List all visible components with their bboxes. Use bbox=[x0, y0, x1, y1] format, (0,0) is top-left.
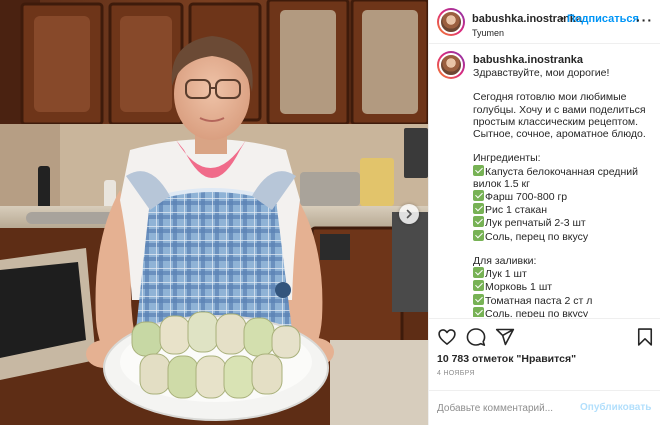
caption-line: Соль, перец по вкусу bbox=[473, 229, 659, 243]
post-caption: babushka.inostranka Здравствуйте, мои до… bbox=[429, 45, 660, 317]
caption-line-text: Капуста белокочанная средний bbox=[485, 165, 638, 178]
post-actions bbox=[429, 318, 660, 354]
caption-line: Ингредиенты: bbox=[473, 152, 659, 164]
more-options-button[interactable]: ··· bbox=[636, 12, 653, 28]
chevron-right-icon bbox=[406, 209, 412, 219]
caption-line: Соль, перец по вкусу bbox=[473, 306, 659, 317]
post-side-panel: babushka.inostranka • Подписаться Tyumen… bbox=[428, 0, 660, 425]
caption-line-text: Сегодня готовлю мои любимые bbox=[473, 91, 627, 104]
avatar[interactable] bbox=[437, 8, 465, 36]
caption-line: Лук репчатый 2-3 шт bbox=[473, 216, 659, 229]
caption-line-text: Лук 1 шт bbox=[485, 268, 527, 281]
caption-line: Томатная паста 2 ст л bbox=[473, 293, 659, 307]
caption-line-text: Лук репчатый 2-3 шт bbox=[485, 217, 586, 230]
post-header: babushka.inostranka • Подписаться Tyumen… bbox=[429, 0, 660, 44]
next-photo-button[interactable] bbox=[399, 204, 419, 224]
caption-line-text: Соль, перец по вкусу bbox=[485, 307, 589, 317]
check-mark-icon bbox=[473, 229, 484, 241]
check-mark-icon bbox=[473, 216, 484, 228]
comment-input[interactable] bbox=[437, 399, 577, 417]
caption-line: Сегодня готовлю мои любимые bbox=[473, 91, 659, 103]
caption-line-text: Фарш 700-800 гр bbox=[485, 191, 568, 203]
caption-line-text: Соль, перец по вкусу bbox=[485, 230, 589, 243]
heart-icon[interactable] bbox=[437, 327, 457, 347]
add-comment-bar: Опубликовать bbox=[429, 390, 660, 425]
bookmark-icon[interactable] bbox=[635, 327, 655, 347]
check-mark-icon bbox=[473, 190, 484, 201]
caption-line-text: Морковь 1 шт bbox=[485, 281, 553, 294]
caption-line: Морковь 1 шт bbox=[473, 280, 659, 293]
post-date[interactable]: 4 НОЯБРЯ bbox=[437, 370, 475, 377]
caption-line-text: Для заливки: bbox=[473, 255, 537, 267]
caption-line-text: Ингредиенты: bbox=[473, 152, 541, 165]
caption-username[interactable]: babushka.inostranka bbox=[473, 54, 583, 66]
caption-line: вилок 1.5 кг bbox=[473, 178, 659, 190]
post-photo bbox=[0, 0, 428, 425]
caption-line: голубцы. Хочу и с вами поделиться bbox=[473, 104, 659, 116]
caption-line: Рис 1 стакан bbox=[473, 203, 659, 216]
comment-icon[interactable] bbox=[466, 327, 486, 347]
post-username[interactable]: babushka.inostranka bbox=[472, 13, 582, 25]
caption-line-text: Рис 1 стакан bbox=[485, 204, 548, 217]
caption-line-text: вилок 1.5 кг bbox=[473, 177, 530, 190]
caption-line: Капуста белокочанная средний bbox=[473, 164, 659, 178]
caption-line-text: Сытное, сочное, ароматное блюдо. bbox=[473, 128, 646, 140]
follow-button[interactable]: Подписаться bbox=[567, 13, 639, 25]
post-comment-button[interactable]: Опубликовать bbox=[580, 402, 651, 413]
caption-line: Здравствуйте, мои дорогие! bbox=[473, 67, 659, 79]
check-mark-icon bbox=[473, 267, 484, 279]
separator-dot: • bbox=[560, 13, 564, 25]
caption-line: Лук 1 шт bbox=[473, 267, 659, 280]
caption-line: Сытное, сочное, ароматное блюдо. bbox=[473, 128, 659, 140]
caption-line: Фарш 700-800 гр bbox=[473, 190, 659, 203]
caption-avatar[interactable] bbox=[437, 51, 465, 79]
check-mark-icon bbox=[473, 280, 484, 292]
caption-line-text: Здравствуйте, мои дорогие! bbox=[473, 67, 610, 79]
check-mark-icon bbox=[473, 293, 484, 305]
likes-count[interactable]: 10 783 отметок "Нравится" bbox=[437, 353, 576, 365]
caption-line-text: Томатная паста 2 ст л bbox=[485, 294, 593, 307]
photo-woman-with-cabbage-rolls bbox=[0, 0, 428, 425]
caption-line: простым классическим рецептом. bbox=[473, 116, 659, 128]
check-mark-icon bbox=[473, 306, 484, 317]
caption-line-text: простым классическим рецептом. bbox=[473, 115, 639, 128]
post-location[interactable]: Tyumen bbox=[472, 28, 504, 38]
caption-line: Для заливки: bbox=[473, 255, 659, 267]
check-mark-icon bbox=[473, 164, 484, 176]
check-mark-icon bbox=[473, 203, 484, 215]
caption-text: Здравствуйте, мои дорогие! Сегодня готовл… bbox=[473, 67, 659, 317]
share-icon[interactable] bbox=[495, 327, 515, 347]
caption-line-text: голубцы. Хочу и с вами поделиться bbox=[473, 103, 646, 116]
